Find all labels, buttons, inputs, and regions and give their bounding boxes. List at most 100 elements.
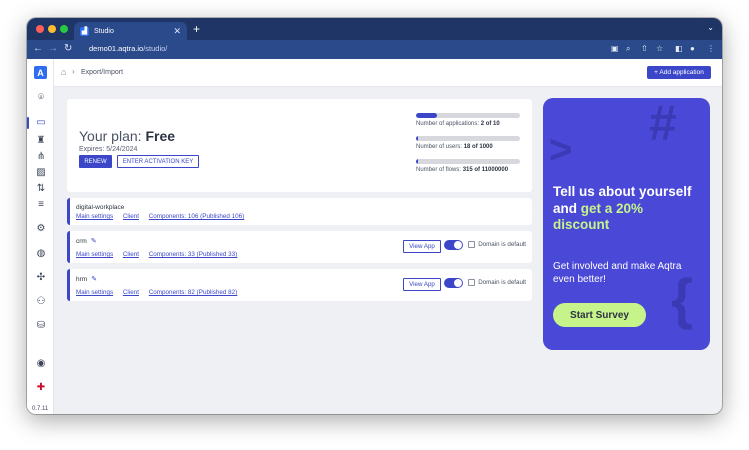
database-icon[interactable]: ⛁ xyxy=(35,320,47,332)
usage-applications: Number of applications: 2 of 10 xyxy=(416,113,520,127)
usage-label: Number of users: 18 of 1000 xyxy=(416,144,520,150)
plan-card: Your plan: Free Expires: 5/24/2024 RENEW… xyxy=(67,99,532,192)
start-survey-button[interactable]: Start Survey xyxy=(553,303,646,327)
usage-bar-fill xyxy=(416,136,418,141)
components-link[interactable]: Components: 82 (Published 82) xyxy=(149,289,238,296)
usage-label-text: Number of flows: xyxy=(416,167,463,173)
scan-icon[interactable]: ⌾ xyxy=(35,92,47,104)
app-name-row: hrm ✎ xyxy=(76,275,97,283)
app-links: Main settings Client Components: 82 (Pub… xyxy=(76,289,245,296)
components-link[interactable]: Components: 106 (Published 106) xyxy=(149,213,245,220)
usage-bar-track xyxy=(416,159,520,164)
version-label: 0.7.11 xyxy=(32,406,49,412)
list-icon[interactable]: ≡ xyxy=(35,199,47,211)
app-sidebar: A ⌾ ▭ ♜ ⋔ ▨ ⇅ ≡ ⚙ ◍ ✣ ⚇ ⛁ ◉ ✚ 0.7.11 xyxy=(27,59,54,414)
zoom-icon[interactable]: ⌕ xyxy=(626,44,630,54)
reload-icon[interactable]: ↻ xyxy=(64,43,72,55)
browser-tab[interactable]: ▟ Studio ✕ xyxy=(74,22,187,40)
trophy-icon[interactable]: ♜ xyxy=(35,135,47,147)
plan-title: Your plan: Free xyxy=(79,128,175,144)
tab-close-icon[interactable]: ✕ xyxy=(173,26,181,37)
plan-name: Free xyxy=(145,128,176,144)
domain-default-checkbox[interactable] xyxy=(468,241,475,248)
components-link[interactable]: Components: 33 (Published 33) xyxy=(149,251,238,258)
home-icon[interactable]: ⌂ xyxy=(61,67,66,77)
plan-label: Your plan: xyxy=(79,128,146,144)
aqtra-favicon-icon: ▟ xyxy=(80,26,89,36)
app-header: ⌂ › Export/Import + Add application xyxy=(54,59,722,87)
add-application-button[interactable]: + Add application xyxy=(647,66,711,79)
profile-icon[interactable]: ● xyxy=(690,44,695,54)
plan-expiry: Expires: 5/24/2024 xyxy=(79,146,138,153)
pencil-icon[interactable]: ✎ xyxy=(91,276,97,283)
browser-titlebar: ▟ Studio ✕ + ⌄ xyxy=(27,18,722,40)
tab-search-chevron-icon[interactable]: ⌄ xyxy=(707,23,714,32)
browser-toolbar: ← → ↻ demo01.aqtra.io/studio/ ▣ ⌕ ⇧ ☆ ◧ … xyxy=(27,40,722,59)
app-enabled-toggle[interactable] xyxy=(444,240,463,250)
bookmark-star-icon[interactable]: ☆ xyxy=(656,44,663,54)
domain-default-checkbox[interactable] xyxy=(468,279,475,286)
main-settings-link[interactable]: Main settings xyxy=(76,213,113,220)
caret-decoration-icon: > xyxy=(549,128,573,172)
domain-default-label: Domain is default xyxy=(478,241,526,248)
client-link[interactable]: Client xyxy=(123,251,139,258)
usage-bar-fill xyxy=(416,113,437,118)
app-enabled-toggle[interactable] xyxy=(444,278,463,288)
promo-subtitle: Get involved and make Aqtra even better! xyxy=(553,261,682,285)
minimize-window-button[interactable] xyxy=(48,25,56,33)
share-icon[interactable]: ⇧ xyxy=(641,44,648,54)
usage-label: Number of applications: 2 of 10 xyxy=(416,121,520,127)
gear-icon[interactable]: ⚙ xyxy=(35,223,47,235)
app-card-crm[interactable]: crm ✎ View App Domain is default Main set… xyxy=(67,231,532,263)
sort-icon[interactable]: ⇅ xyxy=(35,183,47,195)
usage-flows: Number of flows: 315 of 11000000 xyxy=(416,159,520,173)
usage-bar-fill xyxy=(416,159,418,164)
client-link[interactable]: Client xyxy=(123,289,139,296)
usage-value: 18 of 1000 xyxy=(463,144,493,150)
browser-menu-icon[interactable]: ⋮ xyxy=(707,44,715,54)
usage-value: 2 of 10 xyxy=(480,121,500,127)
tab-title: Studio xyxy=(94,27,114,35)
side-panel-icon[interactable]: ◧ xyxy=(675,44,683,54)
view-app-button[interactable]: View App xyxy=(403,278,441,291)
app-name: hrm xyxy=(76,276,88,283)
account-icon[interactable]: ◉ xyxy=(35,358,47,370)
survey-promo-card: # > { Tell us about yourself and get a 2… xyxy=(543,98,710,350)
book-icon[interactable]: ▭ xyxy=(35,117,47,129)
usage-label-text: Number of users: xyxy=(416,144,464,150)
logo-icon[interactable]: A xyxy=(34,66,47,79)
browser-window: ▟ Studio ✕ + ⌄ ← → ↻ demo01.aqtra.io/stu… xyxy=(27,18,722,414)
user-settings-icon[interactable]: ⚇ xyxy=(35,296,47,308)
breadcrumb[interactable]: Export/Import xyxy=(81,69,123,76)
new-tab-button[interactable]: + xyxy=(193,22,200,36)
usage-value: 315 of 11000000 xyxy=(462,167,509,173)
install-app-icon[interactable]: ▣ xyxy=(611,44,619,54)
domain-default-label: Domain is default xyxy=(478,279,526,286)
client-link[interactable]: Client xyxy=(123,213,139,220)
usage-bar-track xyxy=(416,113,520,118)
close-window-button[interactable] xyxy=(36,25,44,33)
usage-users: Number of users: 18 of 1000 xyxy=(416,136,520,150)
pencil-icon[interactable]: ✎ xyxy=(91,238,97,245)
hierarchy-icon[interactable]: ⋔ xyxy=(35,151,47,163)
app-card-digital-workplace[interactable]: digital-workplace Main settings Client C… xyxy=(67,198,532,225)
view-app-button[interactable]: View App xyxy=(403,240,441,253)
back-arrow-icon[interactable]: ← xyxy=(33,43,43,55)
app-links: Main settings Client Components: 106 (Pu… xyxy=(76,213,252,220)
puzzle-icon[interactable]: ✣ xyxy=(35,272,47,284)
main-settings-link[interactable]: Main settings xyxy=(76,289,113,296)
main-settings-link[interactable]: Main settings xyxy=(76,251,113,258)
usage-label-text: Number of applications: xyxy=(416,121,481,127)
hash-decoration-icon: # xyxy=(649,98,677,151)
app-name: digital-workplace xyxy=(76,204,125,211)
image-icon[interactable]: ▨ xyxy=(35,167,47,179)
activation-key-button[interactable]: ENTER ACTIVATION KEY xyxy=(117,155,199,168)
forward-arrow-icon[interactable]: → xyxy=(48,43,58,55)
globe-icon[interactable]: ◍ xyxy=(35,248,47,260)
address-bar[interactable]: demo01.aqtra.io/studio/ xyxy=(89,44,167,53)
uk-flag-icon[interactable]: ✚ xyxy=(35,382,47,394)
maximize-window-button[interactable] xyxy=(60,25,68,33)
promo-title: Tell us about yourself and get a 20% dis… xyxy=(553,184,703,234)
renew-button[interactable]: RENEW xyxy=(79,155,112,168)
app-card-hrm[interactable]: hrm ✎ View App Domain is default Main set… xyxy=(67,269,532,301)
